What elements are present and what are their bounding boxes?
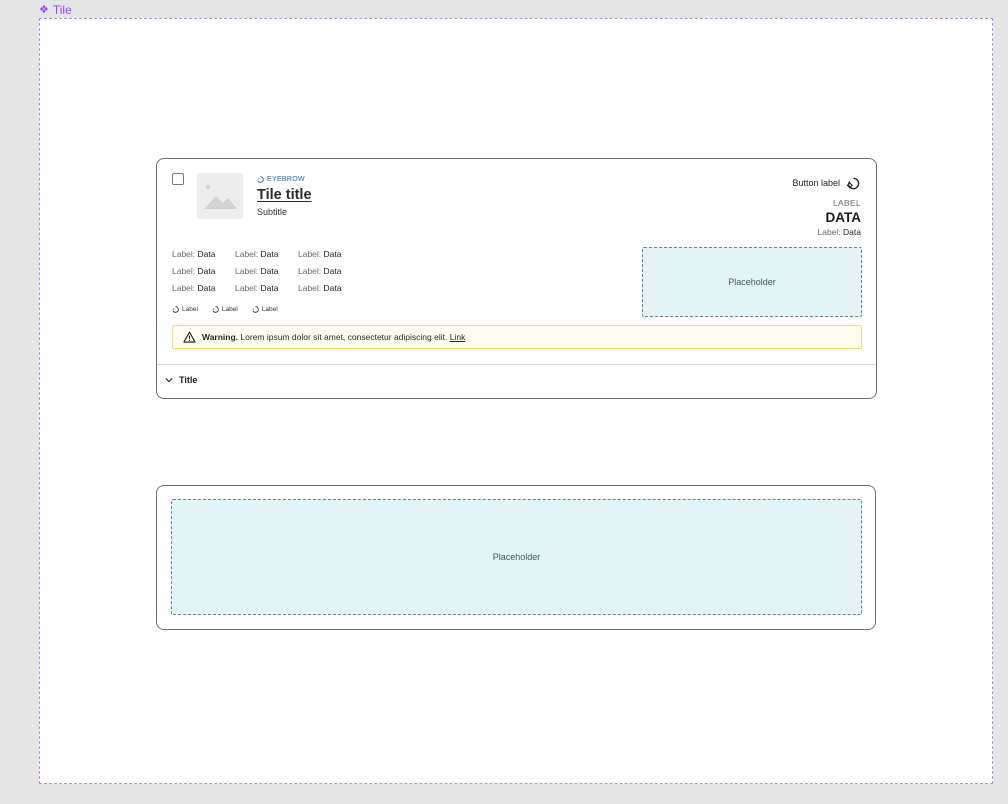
placeholder-text: Placeholder bbox=[492, 552, 541, 562]
tile-title-link[interactable]: Tile title bbox=[257, 187, 312, 203]
grid-cell: Label: Data bbox=[172, 266, 216, 276]
label-text: Label: bbox=[817, 227, 841, 237]
select-checkbox[interactable] bbox=[172, 173, 184, 185]
tag-item: Label bbox=[172, 306, 198, 313]
tag-row: Label Label Label bbox=[172, 306, 278, 313]
thumbnail-image bbox=[197, 173, 243, 219]
tag-icon bbox=[172, 306, 179, 313]
data-value: DATA bbox=[825, 210, 862, 225]
label-heading: LABEL bbox=[833, 198, 861, 208]
placeholder-text: Placeholder bbox=[728, 277, 776, 287]
frame-label[interactable]: ❖ Tile bbox=[39, 3, 72, 17]
warning-link[interactable]: Link bbox=[450, 332, 466, 342]
accordion-toggle[interactable]: Title bbox=[165, 375, 197, 385]
frame-label-text: Tile bbox=[52, 3, 72, 17]
grid-cell: Label: Data bbox=[298, 266, 342, 276]
eyebrow-icon bbox=[257, 176, 264, 183]
image-placeholder-icon bbox=[204, 184, 237, 209]
refresh-icon bbox=[846, 177, 860, 189]
warning-text: Lorem ipsum dolor sit amet, consectetur … bbox=[240, 332, 448, 342]
tile-frame bbox=[39, 18, 993, 784]
warning-banner: Warning. Lorem ipsum dolor sit amet, con… bbox=[172, 325, 862, 349]
grid-cell: Label: Data bbox=[298, 249, 342, 259]
placeholder-slot: Placeholder bbox=[642, 247, 862, 317]
tag-item: Label bbox=[252, 306, 278, 313]
data-text: Data bbox=[843, 227, 861, 237]
tile-divider bbox=[157, 364, 876, 365]
tag-item: Label bbox=[212, 306, 238, 313]
grid-cell: Label: Data bbox=[172, 249, 216, 259]
grid-cell: Label: Data bbox=[235, 249, 279, 259]
tile-card-placeholder: Placeholder bbox=[156, 485, 876, 630]
grid-cell: Label: Data bbox=[172, 283, 216, 293]
grid-cell: Label: Data bbox=[298, 283, 342, 293]
label-data-pair: Label: Data bbox=[792, 227, 861, 237]
eyebrow-text: EYEBROW bbox=[267, 176, 305, 183]
grid-cell: Label: Data bbox=[235, 266, 279, 276]
tile-subtitle: Subtitle bbox=[257, 207, 288, 217]
label-data-grid: Label: Data Label: Data Label: Data Labe… bbox=[172, 249, 361, 294]
warning-icon bbox=[183, 331, 196, 343]
tile-right-column: Button label LABEL DATA Label: Data bbox=[792, 175, 861, 237]
tile-headings: EYEBROW Tile title Subtitle bbox=[257, 175, 312, 217]
accordion-title: Title bbox=[179, 375, 198, 385]
tag-icon bbox=[212, 306, 219, 313]
warning-title: Warning. bbox=[202, 332, 239, 342]
chevron-down-icon bbox=[165, 378, 173, 383]
eyebrow: EYEBROW bbox=[257, 175, 312, 184]
tile-action-button[interactable]: Button label bbox=[792, 175, 861, 191]
placeholder-slot-large: Placeholder bbox=[171, 499, 862, 615]
tile-card: EYEBROW Tile title Subtitle Button label… bbox=[156, 158, 877, 399]
grid-cell: Label: Data bbox=[235, 283, 279, 293]
component-icon: ❖ bbox=[39, 3, 49, 16]
tag-icon bbox=[252, 306, 259, 313]
button-label: Button label bbox=[792, 178, 840, 188]
